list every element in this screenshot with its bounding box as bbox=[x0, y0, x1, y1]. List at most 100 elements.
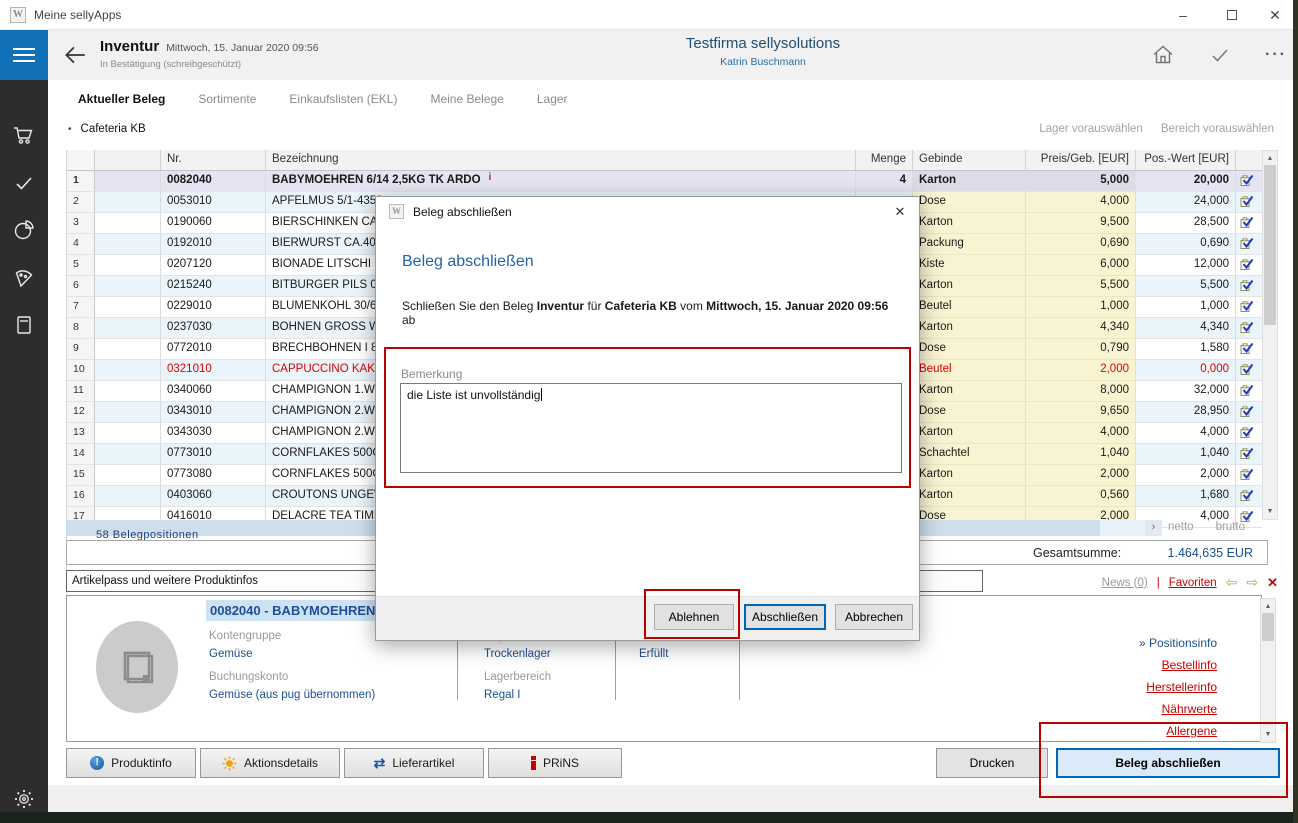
row-confirm-check-icon[interactable] bbox=[1236, 402, 1262, 423]
back-arrow-icon[interactable] bbox=[62, 42, 88, 73]
dialog-close-icon[interactable]: ✕ bbox=[884, 200, 916, 224]
abschliessen-button[interactable]: Abschließen bbox=[744, 604, 826, 630]
row-confirm-check-icon[interactable] bbox=[1236, 444, 1262, 465]
col-bezeichnung[interactable]: Bezeichnung bbox=[266, 150, 856, 171]
row-confirm-check-icon[interactable] bbox=[1236, 192, 1262, 213]
pizza-icon[interactable] bbox=[0, 261, 48, 295]
panel-vertical-scrollbar[interactable]: ▲ ▼ bbox=[1260, 598, 1276, 743]
cell-poswert: 0,000 bbox=[1136, 360, 1236, 381]
row-confirm-check-icon[interactable] bbox=[1236, 339, 1262, 360]
cell-nr: 0343030 bbox=[161, 423, 266, 444]
check-icon[interactable] bbox=[0, 166, 48, 200]
row-confirm-check-icon[interactable] bbox=[1236, 297, 1262, 318]
cell-nr: 0190060 bbox=[161, 213, 266, 234]
row-number: 15 bbox=[67, 465, 95, 486]
row-confirm-check-icon[interactable] bbox=[1236, 213, 1262, 234]
row-number: 5 bbox=[67, 255, 95, 276]
tab-meine-belege[interactable]: Meine Belege bbox=[430, 92, 503, 106]
product-image-placeholder bbox=[96, 621, 178, 713]
tab-lager[interactable]: Lager bbox=[537, 92, 568, 106]
nav-right-icon[interactable]: ⇨ bbox=[1246, 574, 1258, 591]
preselect-link-0[interactable]: Lager vorauswählen bbox=[1039, 123, 1143, 135]
tab-sortimente[interactable]: Sortimente bbox=[198, 92, 256, 106]
scroll-down-icon[interactable]: ▼ bbox=[1261, 727, 1275, 741]
scroll-up-icon[interactable]: ▲ bbox=[1261, 599, 1275, 613]
cell-preis: 1,000 bbox=[1026, 297, 1136, 318]
cell-poswert: 1,040 bbox=[1136, 444, 1236, 465]
row-confirm-check-icon[interactable] bbox=[1236, 234, 1262, 255]
field-value: Trockenlager bbox=[484, 645, 551, 663]
ablehnen-button[interactable]: Ablehnen bbox=[654, 604, 734, 630]
scroll-down-icon[interactable]: ▼ bbox=[1263, 504, 1277, 518]
col-preis[interactable]: Preis/Geb. [EUR] bbox=[1026, 150, 1136, 171]
minimize-button[interactable]: – bbox=[1161, 0, 1205, 30]
row-confirm-check-icon[interactable] bbox=[1236, 276, 1262, 297]
scrollbar-thumb[interactable] bbox=[1262, 613, 1274, 641]
row-number: 12 bbox=[67, 402, 95, 423]
lieferartikel-button[interactable]: ⇄Lieferartikel bbox=[344, 748, 484, 778]
cart-icon[interactable] bbox=[0, 118, 48, 152]
row-number: 9 bbox=[67, 339, 95, 360]
scroll-up-icon[interactable]: ▲ bbox=[1263, 151, 1277, 165]
cell-poswert: 24,000 bbox=[1136, 192, 1236, 213]
cell-gebinde: Beutel bbox=[913, 297, 1026, 318]
hamburger-menu-icon[interactable] bbox=[0, 30, 48, 80]
row-confirm-check-icon[interactable] bbox=[1236, 360, 1262, 381]
table-vertical-scrollbar[interactable]: ▲ ▼ bbox=[1262, 150, 1278, 520]
row-confirm-check-icon[interactable] bbox=[1236, 486, 1262, 507]
field-value: Erfüllt bbox=[639, 645, 679, 663]
link-nährwerte[interactable]: Nährwerte bbox=[1139, 698, 1217, 720]
maximize-button[interactable] bbox=[1210, 0, 1254, 30]
row-confirm-check-icon[interactable] bbox=[1236, 318, 1262, 339]
bemerkung-textarea[interactable]: die Liste ist unvollständig bbox=[400, 383, 902, 473]
info-icon: ! bbox=[90, 756, 104, 770]
row-confirm-check-icon[interactable] bbox=[1236, 381, 1262, 402]
scroll-right-icon[interactable]: › bbox=[1145, 520, 1162, 536]
row-confirm-check-icon[interactable] bbox=[1236, 465, 1262, 486]
col-gebinde[interactable]: Gebinde bbox=[913, 150, 1026, 171]
cell-poswert: 28,500 bbox=[1136, 213, 1236, 234]
drucken-button[interactable]: Drucken bbox=[936, 748, 1048, 778]
row-confirm-check-icon[interactable] bbox=[1236, 171, 1262, 192]
settings-gear-icon[interactable] bbox=[0, 782, 48, 816]
link-allergene[interactable]: Allergene bbox=[1139, 720, 1217, 742]
preselect-link-1[interactable]: Bereich vorauswählen bbox=[1161, 123, 1274, 135]
tab-aktueller-beleg[interactable]: Aktueller Beleg bbox=[78, 92, 165, 106]
netto-option[interactable]: netto bbox=[1168, 521, 1194, 533]
row-confirm-check-icon[interactable] bbox=[1236, 255, 1262, 276]
cell-poswert: 20,000 bbox=[1136, 171, 1236, 192]
close-button[interactable]: ✕ bbox=[1253, 0, 1297, 30]
abbrechen-button[interactable]: Abbrechen bbox=[835, 604, 913, 630]
scrollbar-thumb[interactable] bbox=[1264, 165, 1276, 325]
col-menge[interactable]: Menge bbox=[856, 150, 913, 171]
tab-einkaufslisten-ekl-[interactable]: Einkaufslisten (EKL) bbox=[289, 92, 397, 106]
sun-icon bbox=[222, 756, 237, 771]
page-status: In Bestätigung (schreibgeschützt) bbox=[100, 59, 241, 70]
home-icon[interactable] bbox=[1143, 40, 1183, 70]
prins-i-icon bbox=[531, 756, 536, 770]
col-nr[interactable]: Nr. bbox=[161, 150, 266, 171]
cell-nr: 0207120 bbox=[161, 255, 266, 276]
produktinfo-button[interactable]: !Produktinfo bbox=[66, 748, 196, 778]
book-icon[interactable] bbox=[0, 308, 48, 342]
beleg-abschliessen-button[interactable]: Beleg abschließen bbox=[1056, 748, 1280, 778]
col-poswert[interactable]: Pos.-Wert [EUR] bbox=[1136, 150, 1236, 171]
pie-chart-icon[interactable] bbox=[0, 213, 48, 247]
cell-preis: 9,500 bbox=[1026, 213, 1136, 234]
confirm-check-icon[interactable] bbox=[1200, 40, 1240, 70]
close-panel-icon[interactable]: ✕ bbox=[1267, 575, 1278, 591]
brutto-option[interactable]: brutto bbox=[1216, 521, 1245, 533]
cell-preis: 4,000 bbox=[1026, 423, 1136, 444]
prins-button[interactable]: PRiNS bbox=[488, 748, 622, 778]
table-row[interactable]: 10082040BABYMOEHREN 6/14 2,5KG TK ARDOi4… bbox=[67, 171, 1262, 192]
favorites-link[interactable]: Favoriten bbox=[1169, 577, 1217, 589]
more-options-icon[interactable]: ··· bbox=[1256, 40, 1296, 70]
link-herstellerinfo[interactable]: Herstellerinfo bbox=[1139, 676, 1217, 698]
aktionsdetails-button[interactable]: Aktionsdetails bbox=[200, 748, 340, 778]
link--positionsinfo[interactable]: » Positionsinfo bbox=[1139, 632, 1217, 654]
link-bestellinfo[interactable]: Bestellinfo bbox=[1139, 654, 1217, 676]
nav-left-icon[interactable]: ⇦ bbox=[1226, 574, 1238, 591]
cell-preis: 0,560 bbox=[1026, 486, 1136, 507]
row-confirm-check-icon[interactable] bbox=[1236, 423, 1262, 444]
news-link[interactable]: News (0) bbox=[1102, 577, 1148, 589]
